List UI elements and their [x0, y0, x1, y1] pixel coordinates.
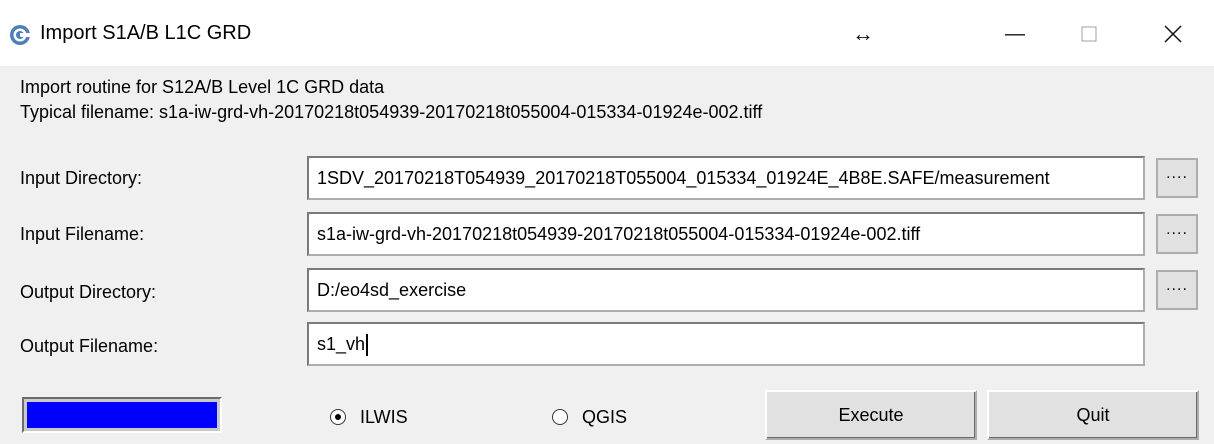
output-directory-field[interactable]: D:/eo4sd_exercise [307, 268, 1145, 312]
progress-bar [22, 397, 222, 433]
input-filename-browse-button[interactable]: .... [1156, 214, 1198, 254]
radio-ilwis-label: ILWIS [360, 407, 408, 427]
input-filename-label: Input Filename: [20, 224, 145, 244]
text-cursor [366, 334, 369, 357]
radio-qgis-label: QGIS [582, 407, 628, 427]
import-dialog: Import S1A/B L1C GRD ↔ — Import routine … [0, 0, 1214, 444]
maximize-icon [1081, 26, 1097, 42]
radio-qgis[interactable]: QGIS [552, 405, 627, 429]
progress-fill [27, 402, 217, 428]
output-filename-value: s1_vh [317, 334, 366, 354]
input-directory-browse-button[interactable]: .... [1156, 158, 1198, 198]
minimize-button[interactable]: — [990, 10, 1040, 58]
maximize-button[interactable] [1064, 10, 1114, 58]
radio-qgis-circle[interactable] [552, 409, 568, 425]
output-filename-label: Output Filename: [20, 336, 159, 356]
input-directory-field[interactable]: 1SDV_20170218T054939_20170218T055004_015… [307, 156, 1145, 200]
close-button[interactable] [1148, 10, 1198, 58]
input-directory-label: Input Directory: [20, 168, 143, 188]
close-icon [1164, 25, 1182, 43]
typical-filename-text: Typical filename: s1a-iw-grd-vh-20170218… [20, 102, 763, 122]
execute-button[interactable]: Execute [765, 390, 977, 440]
output-filename-field[interactable]: s1_vh [307, 322, 1145, 366]
radio-ilwis-circle[interactable] [330, 409, 346, 425]
title-bar[interactable]: Import S1A/B L1C GRD ↔ — [0, 0, 1214, 66]
description-text: Import routine for S12A/B Level 1C GRD d… [20, 77, 385, 97]
output-directory-label: Output Directory: [20, 282, 157, 302]
window-title: Import S1A/B L1C GRD [40, 22, 252, 44]
radio-ilwis[interactable]: ILWIS [330, 405, 408, 429]
resize-arrows-icon[interactable]: ↔ [838, 10, 888, 58]
satellite-app-icon [10, 25, 30, 45]
output-directory-browse-button[interactable]: .... [1156, 270, 1198, 310]
quit-button[interactable]: Quit [987, 390, 1199, 440]
input-filename-field[interactable]: s1a-iw-grd-vh-20170218t054939-20170218t0… [307, 212, 1145, 256]
